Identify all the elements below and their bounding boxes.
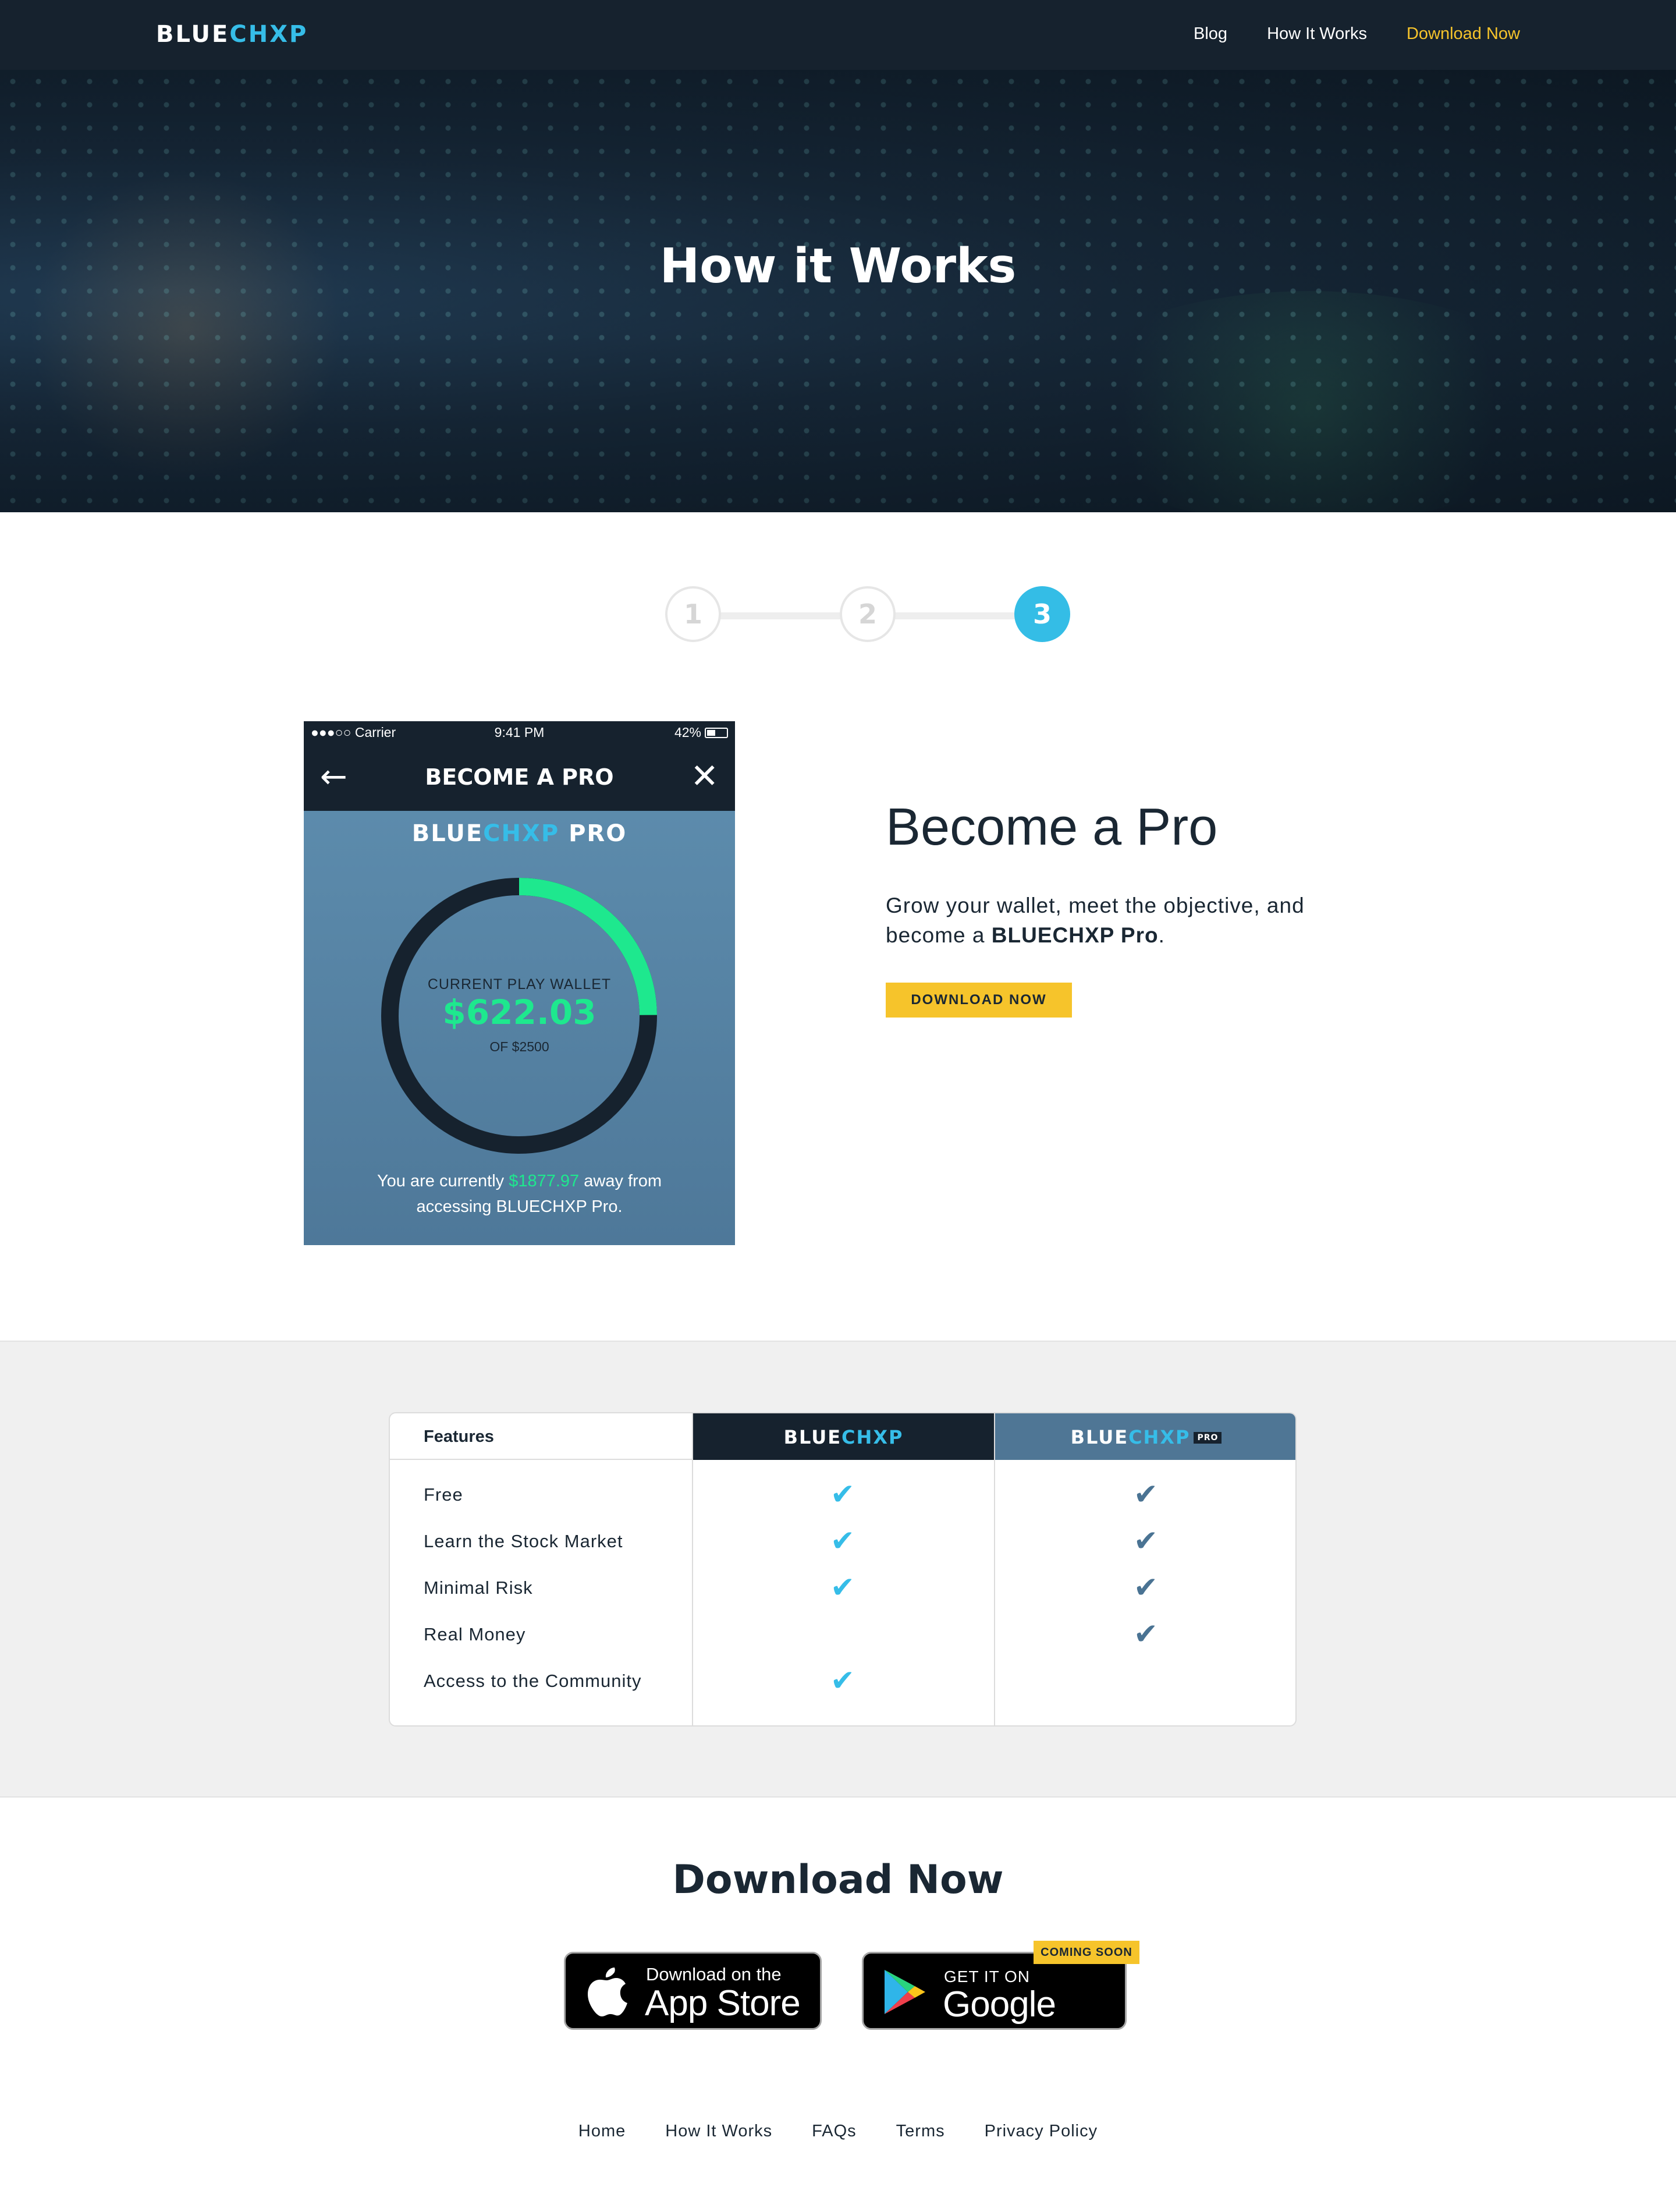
status-battery: 42% [674, 725, 728, 740]
note-prefix: You are currently [377, 1172, 509, 1190]
feature-name: Free [424, 1484, 463, 1505]
logo-blue: BLUE [783, 1426, 842, 1448]
step-2[interactable]: 2 [840, 586, 896, 642]
step-connector [718, 612, 843, 619]
features-table: Features BLUECHXP BLUECHXP PRO Free ✔ ✔ Lear… [389, 1412, 1297, 1727]
checkmark-icon: ✔ [830, 1477, 855, 1511]
step-indicator: 1 2 3 [665, 586, 1073, 644]
bluechxp-pro-column-header: BLUECHXP PRO [995, 1413, 1295, 1460]
google-play-icon [885, 1970, 925, 2014]
checkmark-icon: ✔ [1134, 1524, 1158, 1558]
bluechxp-pro-logo: BLUECHXP PRO [304, 820, 735, 847]
section-description: Grow your wallet, meet the objective, an… [886, 891, 1328, 950]
checkmark-icon: ✔ [830, 1664, 855, 1697]
feature-row: Free ✔ ✔ [390, 1472, 1295, 1518]
feature-name: Real Money [424, 1624, 526, 1644]
nav-links: Blog How It Works Download Now [1194, 24, 1520, 44]
desc-bold: BLUECHXP Pro [991, 923, 1159, 947]
footer-link-privacy-policy[interactable]: Privacy Policy [985, 2122, 1098, 2141]
step-connector [892, 612, 1018, 619]
feature-row: Minimal Risk ✔ ✔ [390, 1565, 1295, 1611]
checkmark-icon: ✔ [830, 1524, 855, 1558]
pro-logo-chxp: CHXP [483, 820, 560, 847]
coming-soon-badge: COMING SOON [1034, 1941, 1139, 1964]
download-now-button[interactable]: DOWNLOAD NOW [886, 983, 1072, 1018]
logo-chxp: CHXP [841, 1426, 904, 1448]
feature-row: Real Money ✔ [390, 1611, 1295, 1658]
note-amount: $1877.97 [509, 1172, 580, 1190]
feature-row: Learn the Stock Market ✔ ✔ [390, 1518, 1295, 1565]
wallet-value: $622.03 [442, 992, 596, 1032]
brand-logo[interactable]: BLUECHXP [156, 21, 308, 48]
logo-text-chxp: CHXP [229, 21, 308, 48]
app-store-badge[interactable]: Download on the App Store [564, 1952, 822, 2030]
feature-row: Access to the Community ✔ [390, 1658, 1295, 1704]
apple-icon [588, 1968, 627, 2016]
top-nav: BLUECHXP Blog How It Works Download Now [0, 0, 1676, 70]
nav-link-how-it-works[interactable]: How It Works [1267, 24, 1367, 44]
logo-text-blue: BLUE [156, 21, 230, 48]
hero-banner: How it Works [0, 70, 1676, 512]
desc-suffix: . [1158, 923, 1165, 947]
app-bar-title: BECOME A PRO [425, 764, 614, 790]
section-title: Become a Pro [886, 798, 1218, 856]
logo-blue: BLUE [1070, 1426, 1129, 1448]
wallet-goal: OF $2500 [489, 1039, 549, 1054]
page-title: How it Works [659, 239, 1017, 294]
features-header-label: Features [424, 1427, 494, 1446]
footer-link-how-it-works[interactable]: How It Works [665, 2122, 772, 2141]
pro-tag: PRO [1194, 1432, 1222, 1444]
features-header: Features [390, 1413, 693, 1460]
app-store-big-text: App Store [645, 1983, 801, 2023]
footer-nav: Home How It Works FAQs Terms Privacy Pol… [0, 2122, 1676, 2141]
step-1[interactable]: 1 [665, 586, 721, 642]
phone-screenshot: ●●●○○ Carrier 9:41 PM 42% ← BECOME A PRO… [304, 721, 735, 1245]
battery-icon [705, 728, 728, 738]
wallet-note: You are currently $1877.97 away from acc… [339, 1168, 700, 1220]
feature-name: Learn the Stock Market [424, 1531, 623, 1551]
footer-link-faqs[interactable]: FAQs [812, 2122, 857, 2141]
checkmark-icon: ✔ [1134, 1617, 1158, 1651]
nav-link-blog[interactable]: Blog [1194, 24, 1227, 44]
feature-name: Access to the Community [424, 1671, 642, 1691]
pro-logo-suffix: PRO [569, 820, 627, 847]
battery-percent: 42% [674, 725, 701, 740]
phone-status-bar: ●●●○○ Carrier 9:41 PM 42% [304, 721, 735, 743]
nav-link-download-now[interactable]: Download Now [1407, 24, 1520, 44]
logo-chxp: CHXP [1128, 1426, 1191, 1448]
status-time: 9:41 PM [494, 725, 545, 740]
phone-app-bar: ← BECOME A PRO ✕ [304, 743, 735, 811]
close-icon[interactable]: ✕ [690, 758, 719, 793]
wallet-label: CURRENT PLAY WALLET [427, 976, 612, 992]
checkmark-icon: ✔ [830, 1571, 855, 1604]
bluechxp-pro-logo: BLUECHXP PRO [995, 1426, 1295, 1448]
checkmark-icon: ✔ [1134, 1477, 1158, 1511]
app-store-small-text: Download on the [646, 1964, 782, 1984]
bluechxp-logo: BLUECHXP [693, 1426, 995, 1448]
footer-link-home[interactable]: Home [578, 2122, 626, 2141]
features-section: Features BLUECHXP BLUECHXP PRO Free ✔ ✔ Lear… [0, 1341, 1676, 1798]
google-play-big-text: Google Play [943, 1984, 1056, 2066]
step-3[interactable]: 3 [1014, 586, 1070, 642]
download-title: Download Now [672, 1857, 1004, 1903]
pro-logo-blue: BLUE [411, 820, 484, 847]
bluechxp-column-header: BLUECHXP [693, 1413, 995, 1460]
footer-link-terms[interactable]: Terms [896, 2122, 945, 2141]
feature-name: Minimal Risk [424, 1578, 533, 1598]
checkmark-icon: ✔ [1134, 1571, 1158, 1604]
